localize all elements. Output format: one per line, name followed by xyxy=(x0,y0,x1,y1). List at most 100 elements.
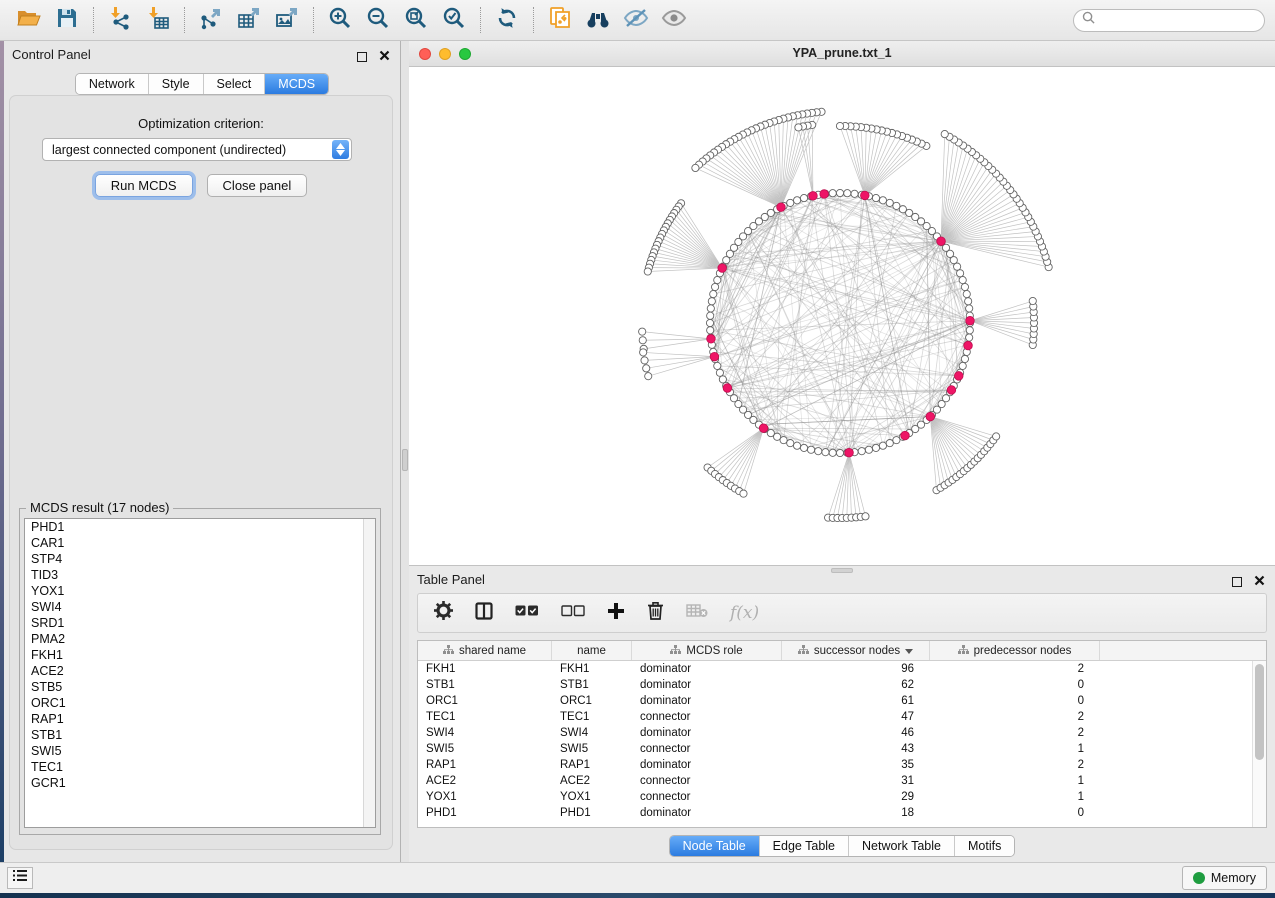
zoom-fit-button[interactable] xyxy=(397,4,435,36)
hide-selected-button[interactable] xyxy=(617,4,655,36)
zoom-in-button[interactable] xyxy=(321,4,359,36)
cell-shared-name[interactable]: YOX1 xyxy=(418,791,552,803)
export-network-button[interactable] xyxy=(192,4,230,36)
cell-mcds-role[interactable]: connector xyxy=(632,711,782,723)
mcds-list-scrollbar[interactable] xyxy=(363,519,375,827)
table-row-tec1[interactable]: TEC1TEC1connector472 xyxy=(418,709,1252,725)
run-mcds-button[interactable]: Run MCDS xyxy=(95,174,193,197)
table-row-swi5[interactable]: SWI5SWI5connector431 xyxy=(418,741,1252,757)
tab-style[interactable]: Style xyxy=(148,74,203,94)
refresh-view-button[interactable] xyxy=(488,4,526,36)
export-image-button[interactable] xyxy=(268,4,306,36)
close-panel-button[interactable]: Close panel xyxy=(207,174,308,197)
cell-mcds-role[interactable]: dominator xyxy=(632,807,782,819)
column-header-predecessor-nodes[interactable]: predecessor nodes xyxy=(930,641,1100,660)
save-session-button[interactable] xyxy=(48,4,86,36)
cell-mcds-role[interactable]: dominator xyxy=(632,663,782,675)
float-panel-icon[interactable] xyxy=(1232,577,1242,587)
cell-successor-nodes[interactable]: 96 xyxy=(782,663,930,675)
mcds-result-list[interactable]: PHD1CAR1STP4TID3YOX1SWI4SRD1PMA2FKH1ACE2… xyxy=(24,518,376,828)
mcds-result-item[interactable]: STB5 xyxy=(25,679,375,695)
cell-mcds-role[interactable]: dominator xyxy=(632,679,782,691)
mcds-result-item[interactable]: YOX1 xyxy=(25,583,375,599)
cell-mcds-role[interactable]: dominator xyxy=(632,759,782,771)
tab-select[interactable]: Select xyxy=(203,74,265,94)
splitter-grip[interactable] xyxy=(402,449,408,471)
cell-shared-name[interactable]: PHD1 xyxy=(418,807,552,819)
table-tab-motifs[interactable]: Motifs xyxy=(954,836,1014,856)
cell-mcds-role[interactable]: dominator xyxy=(632,727,782,739)
export-table-button[interactable] xyxy=(230,4,268,36)
cell-predecessor-nodes[interactable]: 1 xyxy=(930,743,1100,755)
network-canvas[interactable] xyxy=(409,67,1275,565)
vertical-splitter[interactable] xyxy=(401,41,409,862)
column-header-mcds-role[interactable]: MCDS role xyxy=(632,641,782,660)
show-column-selector-button[interactable] xyxy=(475,602,493,625)
table-scrollbar-thumb[interactable] xyxy=(1255,664,1264,760)
deselect-all-columns-button[interactable] xyxy=(561,604,585,622)
criterion-dropdown[interactable]: largest connected component (undirected) xyxy=(42,138,352,161)
cell-predecessor-nodes[interactable]: 0 xyxy=(930,807,1100,819)
zoom-selected-button[interactable] xyxy=(435,4,473,36)
column-header-name[interactable]: name xyxy=(552,641,632,660)
cell-predecessor-nodes[interactable]: 2 xyxy=(930,711,1100,723)
show-all-button[interactable] xyxy=(655,4,693,36)
table-tab-edge-table[interactable]: Edge Table xyxy=(759,836,848,856)
mcds-result-item[interactable]: STP4 xyxy=(25,551,375,567)
cell-name[interactable]: TEC1 xyxy=(552,711,632,723)
cell-successor-nodes[interactable]: 62 xyxy=(782,679,930,691)
search-network-button[interactable] xyxy=(579,4,617,36)
cell-predecessor-nodes[interactable]: 2 xyxy=(930,759,1100,771)
table-row-rap1[interactable]: RAP1RAP1dominator352 xyxy=(418,757,1252,773)
column-header-successor-nodes[interactable]: successor nodes xyxy=(782,641,930,660)
mcds-result-item[interactable]: ORC1 xyxy=(25,695,375,711)
cell-name[interactable]: STB1 xyxy=(552,679,632,691)
tab-mcds[interactable]: MCDS xyxy=(264,74,328,94)
close-panel-icon[interactable] xyxy=(379,48,390,66)
table-settings-button[interactable] xyxy=(434,601,453,625)
cell-name[interactable]: ORC1 xyxy=(552,695,632,707)
mcds-result-item[interactable]: TEC1 xyxy=(25,759,375,775)
cell-successor-nodes[interactable]: 29 xyxy=(782,791,930,803)
mcds-result-item[interactable]: GCR1 xyxy=(25,775,375,791)
network-graph[interactable] xyxy=(409,67,1275,565)
create-column-button[interactable] xyxy=(607,602,625,625)
select-all-columns-button[interactable] xyxy=(515,604,539,622)
import-table-button[interactable] xyxy=(139,4,177,36)
table-scrollbar[interactable] xyxy=(1252,661,1266,827)
cell-predecessor-nodes[interactable]: 0 xyxy=(930,679,1100,691)
table-row-fkh1[interactable]: FKH1FKH1dominator962 xyxy=(418,661,1252,677)
memory-button[interactable]: Memory xyxy=(1182,866,1267,890)
mcds-result-item[interactable]: TID3 xyxy=(25,567,375,583)
float-panel-icon[interactable] xyxy=(357,52,367,62)
mcds-result-item[interactable]: CAR1 xyxy=(25,535,375,551)
show-panel-list-button[interactable] xyxy=(7,867,33,889)
cell-predecessor-nodes[interactable]: 2 xyxy=(930,727,1100,739)
import-network-button[interactable] xyxy=(101,4,139,36)
column-header-shared-name[interactable]: shared name xyxy=(418,641,552,660)
cell-successor-nodes[interactable]: 61 xyxy=(782,695,930,707)
delete-column-button[interactable] xyxy=(647,601,664,625)
mcds-result-item[interactable]: SWI4 xyxy=(25,599,375,615)
table-row-swi4[interactable]: SWI4SWI4dominator462 xyxy=(418,725,1252,741)
cell-mcds-role[interactable]: dominator xyxy=(632,695,782,707)
cell-shared-name[interactable]: ACE2 xyxy=(418,775,552,787)
close-panel-icon[interactable] xyxy=(1254,573,1265,591)
cell-shared-name[interactable]: RAP1 xyxy=(418,759,552,771)
cell-successor-nodes[interactable]: 18 xyxy=(782,807,930,819)
cell-shared-name[interactable]: SWI4 xyxy=(418,727,552,739)
cell-successor-nodes[interactable]: 46 xyxy=(782,727,930,739)
cell-predecessor-nodes[interactable]: 0 xyxy=(930,695,1100,707)
cell-name[interactable]: ACE2 xyxy=(552,775,632,787)
mcds-result-item[interactable]: PMA2 xyxy=(25,631,375,647)
cell-mcds-role[interactable]: connector xyxy=(632,775,782,787)
mcds-result-item[interactable]: RAP1 xyxy=(25,711,375,727)
table-row-yox1[interactable]: YOX1YOX1connector291 xyxy=(418,789,1252,805)
cell-successor-nodes[interactable]: 47 xyxy=(782,711,930,723)
cell-name[interactable]: FKH1 xyxy=(552,663,632,675)
search-box[interactable] xyxy=(1073,9,1265,32)
cell-mcds-role[interactable]: connector xyxy=(632,791,782,803)
cell-successor-nodes[interactable]: 31 xyxy=(782,775,930,787)
open-file-button[interactable] xyxy=(10,4,48,36)
cell-shared-name[interactable]: ORC1 xyxy=(418,695,552,707)
